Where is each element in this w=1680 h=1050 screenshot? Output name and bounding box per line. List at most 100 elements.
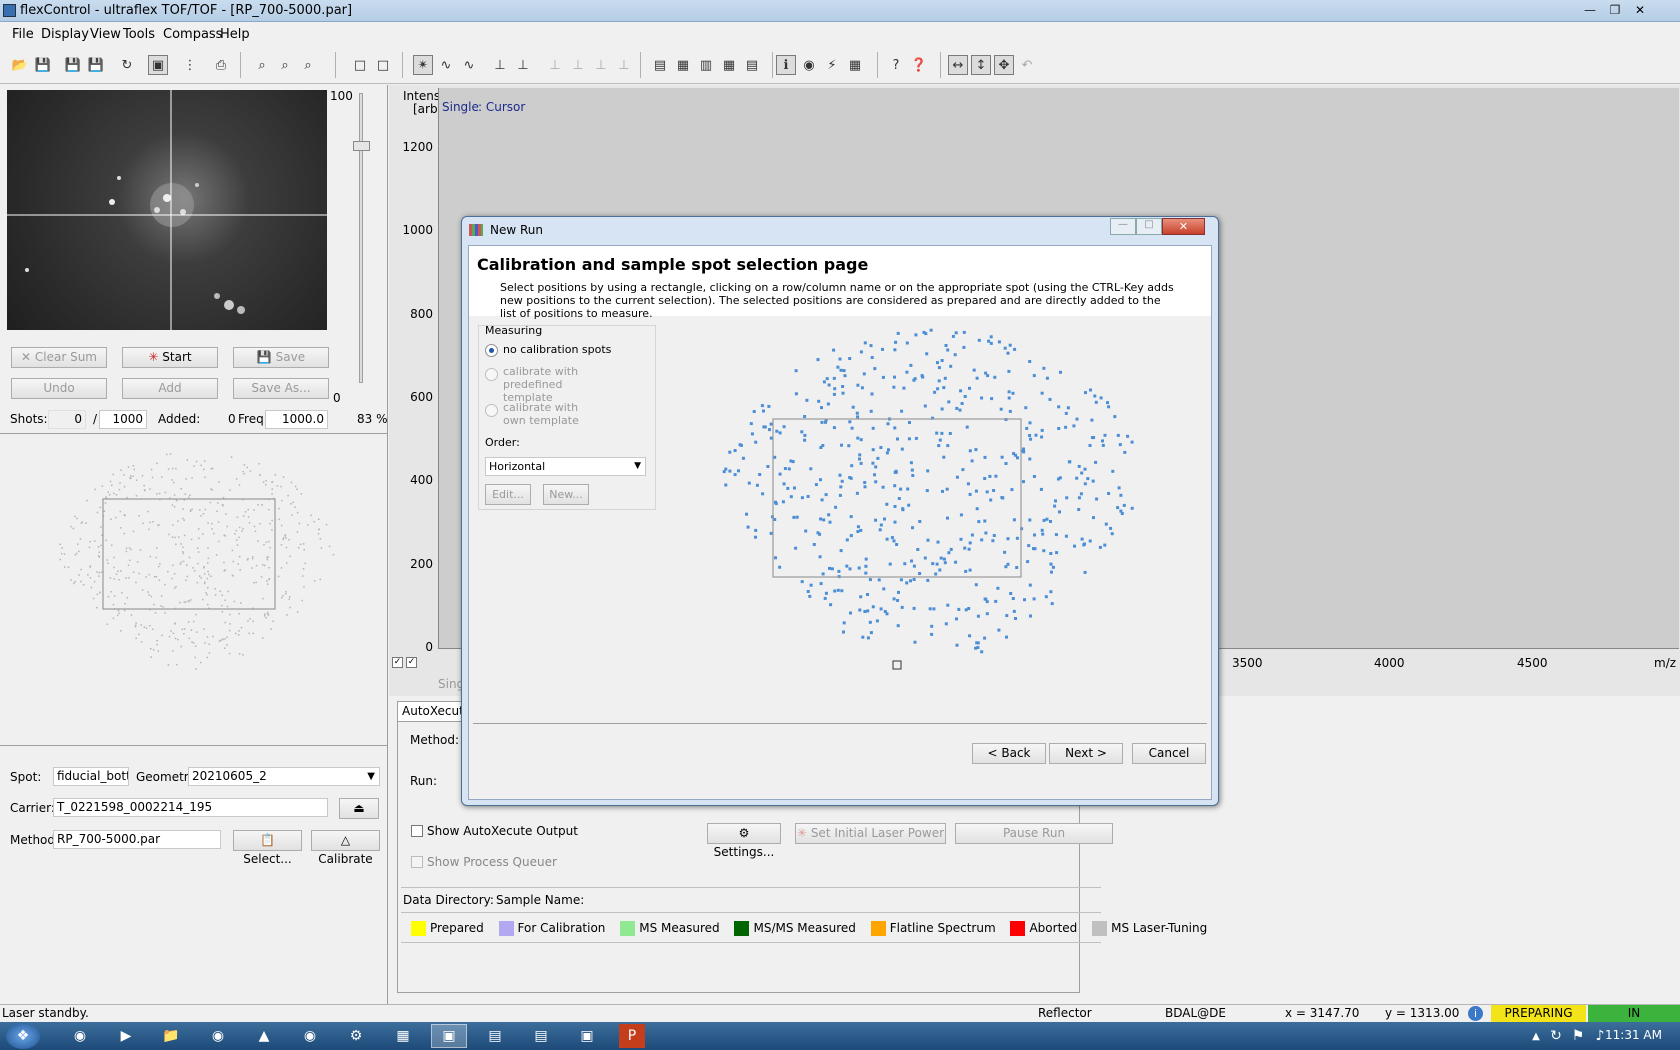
sample-spot[interactable] (255, 564, 258, 567)
sample-spot[interactable] (242, 527, 244, 530)
sample-spot[interactable] (160, 595, 163, 597)
sample-spot[interactable] (186, 575, 189, 578)
sample-spot[interactable] (318, 528, 321, 531)
sample-spot[interactable] (926, 538, 930, 542)
sample-spot[interactable] (183, 519, 185, 521)
sample-spot[interactable] (112, 603, 115, 606)
sample-spot[interactable] (793, 486, 796, 490)
help-icon[interactable]: ? (886, 55, 906, 75)
sample-spot[interactable] (1009, 592, 1013, 595)
sample-spot[interactable] (1000, 455, 1004, 459)
view-single-icon[interactable]: □ (350, 55, 370, 75)
sample-spot[interactable] (1065, 496, 1069, 500)
sample-spot[interactable] (789, 459, 793, 463)
back-button[interactable]: < Back (972, 743, 1046, 764)
sample-spot[interactable] (976, 614, 980, 618)
sample-spot[interactable] (263, 564, 266, 567)
sample-spot[interactable] (849, 611, 852, 615)
carrier-field[interactable]: T_0221598_0002214_195 (53, 798, 328, 817)
sample-spot[interactable] (937, 379, 941, 383)
sample-spot[interactable] (181, 628, 184, 631)
sample-spot[interactable] (832, 426, 836, 430)
sample-spot[interactable] (223, 561, 225, 564)
peak1-icon[interactable]: ⊥ (545, 55, 565, 75)
sample-spot[interactable] (724, 467, 728, 471)
sample-spot[interactable] (182, 508, 184, 510)
sample-spot[interactable] (1014, 617, 1017, 620)
sample-spot[interactable] (1064, 425, 1068, 429)
sample-spot[interactable] (930, 624, 934, 628)
sample-spot[interactable] (911, 526, 914, 530)
sample-spot[interactable] (59, 558, 62, 561)
sample-spot[interactable] (1022, 480, 1025, 484)
undo-button[interactable]: Undo (11, 378, 107, 399)
sample-spot[interactable] (996, 586, 1000, 590)
sample-spot[interactable] (319, 578, 322, 581)
sample-spot[interactable] (1033, 547, 1037, 551)
sample-spot[interactable] (1042, 518, 1046, 522)
sample-spot[interactable] (189, 510, 192, 513)
sample-spot[interactable] (294, 506, 296, 509)
sample-spot[interactable] (963, 546, 967, 550)
menu-help[interactable]: Help (220, 27, 250, 42)
sample-spot[interactable] (132, 475, 134, 478)
sample-spot[interactable] (264, 613, 266, 616)
sample-spot[interactable] (190, 538, 193, 541)
sample-spot[interactable] (955, 475, 959, 479)
sample-spot[interactable] (149, 555, 152, 558)
sample-spot[interactable] (832, 376, 836, 380)
sample-spot[interactable] (858, 457, 861, 461)
sample-spot[interactable] (313, 580, 316, 582)
sample-spot[interactable] (271, 519, 273, 522)
sample-spot[interactable] (204, 642, 206, 644)
sample-spot[interactable] (918, 520, 922, 523)
sample-spot[interactable] (1040, 391, 1044, 395)
sample-spot[interactable] (113, 556, 115, 559)
sample-spot[interactable] (224, 599, 226, 602)
sample-spot[interactable] (332, 553, 335, 556)
sample-spot[interactable] (259, 523, 261, 525)
sample-spot[interactable] (107, 562, 109, 565)
sample-spot[interactable] (96, 606, 98, 609)
info-icon[interactable]: ℹ (776, 55, 796, 75)
sample-spot[interactable] (1004, 462, 1008, 465)
sample-spot[interactable] (135, 624, 137, 627)
sample-spot[interactable] (281, 596, 283, 599)
sample-spot[interactable] (190, 629, 193, 631)
sample-spot[interactable] (871, 461, 875, 465)
clock[interactable]: 11:31 AM (1605, 1028, 1662, 1042)
sample-spot[interactable] (876, 456, 880, 460)
sample-spot[interactable] (826, 402, 830, 406)
sample-spot[interactable] (221, 594, 224, 597)
sample-spot[interactable] (96, 571, 98, 573)
sample-spot[interactable] (104, 502, 107, 504)
sample-spot[interactable] (268, 578, 270, 581)
open-icon[interactable]: 📂 (10, 55, 30, 75)
sample-spot[interactable] (1050, 602, 1054, 606)
sample-spot[interactable] (271, 488, 274, 490)
sample-spot[interactable] (193, 465, 195, 467)
sample-spot[interactable] (217, 521, 220, 524)
sample-spot[interactable] (1008, 343, 1012, 347)
sample-spot[interactable] (152, 521, 154, 523)
sample-spot[interactable] (1032, 597, 1036, 601)
sample-spot[interactable] (906, 487, 910, 491)
sample-spot[interactable] (1006, 537, 1010, 541)
sample-spot[interactable] (821, 572, 825, 576)
sample-spot[interactable] (1033, 533, 1036, 537)
sample-spot[interactable] (1016, 456, 1019, 460)
sample-spot[interactable] (885, 537, 889, 541)
sample-spot[interactable] (1045, 517, 1049, 521)
sample-spot[interactable] (150, 468, 153, 471)
sample-spot[interactable] (881, 347, 884, 351)
sample-spot[interactable] (975, 376, 979, 380)
sample-spot[interactable] (1028, 583, 1032, 587)
context-help-icon[interactable]: ❓ (909, 55, 929, 75)
add-button[interactable]: Add (122, 378, 218, 399)
sample-spot[interactable] (794, 369, 798, 373)
sample-spot[interactable] (176, 663, 178, 666)
sample-spot[interactable] (1077, 508, 1081, 511)
sample-spot[interactable] (824, 493, 828, 497)
sample-spot[interactable] (769, 436, 773, 440)
sample-spot[interactable] (755, 483, 759, 487)
